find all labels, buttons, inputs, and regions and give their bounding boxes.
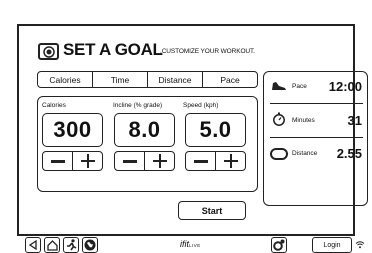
wifi-icon: [355, 241, 365, 249]
tab-pace[interactable]: Pace: [203, 72, 257, 87]
calories-label: Calories: [42, 102, 66, 109]
ifit-logo: ifitLIVE: [180, 239, 201, 249]
incline-label: Incline (% grade): [113, 102, 163, 109]
speed-value: 5.0: [185, 113, 246, 147]
tab-calories[interactable]: Calories: [38, 72, 93, 87]
settings-icon: [273, 239, 285, 251]
stats-divider: [270, 103, 363, 104]
start-button[interactable]: Start: [178, 201, 246, 220]
page-title: SET A GOAL: [63, 40, 163, 59]
goal-tabs: Calories Time Distance Pace: [37, 71, 258, 88]
distance-value: 2.55: [336, 146, 362, 161]
minutes-value: 31: [347, 113, 362, 128]
pace-label: Pace: [292, 83, 307, 90]
track-icon: [270, 148, 288, 160]
calories-increase-button[interactable]: [73, 152, 102, 170]
plus-icon: [152, 154, 167, 168]
tab-time[interactable]: Time: [93, 72, 148, 87]
login-button[interactable]: Login: [312, 237, 352, 253]
home-button[interactable]: [44, 237, 60, 253]
back-button[interactable]: [25, 237, 41, 253]
stats-divider: [270, 137, 363, 138]
speed-label: Speed (kph): [183, 102, 219, 109]
calories-stepper: [42, 151, 103, 171]
calories-decrease-button[interactable]: [43, 152, 73, 170]
minus-icon: [193, 159, 208, 163]
incline-value: 8.0: [114, 113, 175, 147]
runner-icon: [66, 239, 76, 251]
target-goal-icon: [38, 43, 59, 60]
calories-value: 300: [42, 113, 103, 147]
distance-label: Distance: [292, 150, 318, 157]
minus-icon: [122, 159, 137, 163]
stopwatch-icon: [273, 112, 285, 126]
incline-decrease-button[interactable]: [115, 152, 145, 170]
shoe-icon: [272, 82, 286, 90]
workout-stats-panel: Pace 12:00 Minutes 31 Distance 2.55: [263, 71, 368, 206]
speed-stepper: [185, 151, 246, 171]
settings-button[interactable]: [271, 237, 287, 253]
plus-icon: [80, 154, 95, 168]
pace-value: 12:00: [328, 79, 362, 94]
goal-settings-panel: Calories 300 Incline (% grade) 8.0 Speed…: [37, 96, 258, 192]
page-subtitle: .CUSTOMIZE YOUR WORKOUT.: [160, 48, 255, 55]
plus-icon: [223, 154, 238, 168]
console-screen: SET A GOAL .CUSTOMIZE YOUR WORKOUT. Calo…: [17, 24, 368, 253]
globe-icon: [84, 239, 96, 251]
workout-button[interactable]: [63, 237, 79, 253]
incline-increase-button[interactable]: [145, 152, 174, 170]
minutes-label: Minutes: [292, 117, 315, 124]
speed-increase-button[interactable]: [216, 152, 245, 170]
map-button[interactable]: [82, 237, 98, 253]
speed-decrease-button[interactable]: [186, 152, 216, 170]
minus-icon: [50, 159, 65, 163]
tab-distance[interactable]: Distance: [148, 72, 203, 87]
incline-stepper: [114, 151, 175, 171]
